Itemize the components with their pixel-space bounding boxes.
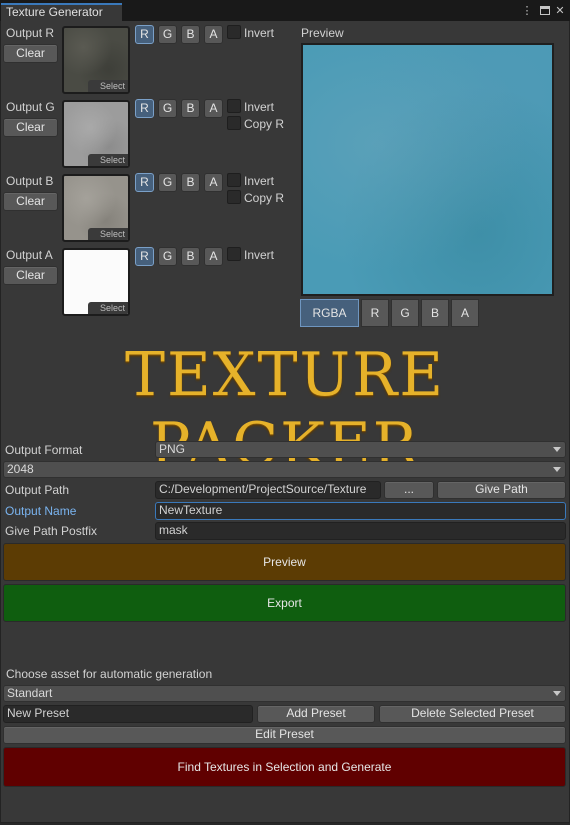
window-tab[interactable]: Texture Generator <box>1 3 122 21</box>
close-icon[interactable]: ✕ <box>553 4 567 18</box>
chevron-down-icon <box>553 447 561 452</box>
chevron-down-icon <box>553 467 561 472</box>
texture-thumbnail[interactable]: Select <box>62 100 130 168</box>
maximize-icon[interactable] <box>538 4 552 18</box>
find-textures-button[interactable]: Find Textures in Selection and Generate <box>3 747 566 787</box>
clear-button[interactable]: Clear <box>3 266 58 285</box>
source-channel-g-button[interactable]: G <box>158 247 177 266</box>
source-channel-g-button[interactable]: G <box>158 99 177 118</box>
texture-thumbnail[interactable]: Select <box>62 248 130 316</box>
source-channel-b-button[interactable]: B <box>181 25 200 44</box>
preview-tab-g[interactable]: G <box>391 299 419 327</box>
preset-dropdown[interactable]: Standart <box>3 685 566 702</box>
source-channel-r-button[interactable]: R <box>135 99 154 118</box>
export-button[interactable]: Export <box>3 584 566 622</box>
select-texture-button[interactable]: Select <box>88 302 128 314</box>
copy-r-checkbox[interactable] <box>227 190 241 204</box>
output-name-field[interactable]: NewTexture <box>155 502 566 520</box>
window-tab-bar: Texture Generator ⋮ ✕ <box>0 0 570 21</box>
source-channel-b-button[interactable]: B <box>181 173 200 192</box>
source-channel-r-button[interactable]: R <box>135 247 154 266</box>
preview-tab-rgba[interactable]: RGBA <box>300 299 359 327</box>
give-path-button[interactable]: Give Path <box>437 481 566 499</box>
source-channel-g-button[interactable]: G <box>158 173 177 192</box>
clear-button[interactable]: Clear <box>3 44 58 63</box>
texture-size-dropdown[interactable]: 2048 <box>3 461 566 478</box>
preview-button[interactable]: Preview <box>3 543 566 581</box>
invert-checkbox[interactable] <box>227 173 241 187</box>
source-channel-a-button[interactable]: A <box>204 25 223 44</box>
delete-preset-button[interactable]: Delete Selected Preset <box>379 705 566 723</box>
invert-checkbox[interactable] <box>227 25 241 39</box>
copy-r-label: Copy R <box>244 117 285 131</box>
new-preset-field[interactable]: New Preset <box>3 705 253 723</box>
clear-button[interactable]: Clear <box>3 118 58 137</box>
preview-image <box>301 43 554 296</box>
texture-size-value: 2048 <box>7 462 34 476</box>
output-path-field[interactable]: C:/Development/ProjectSource/Texture <box>155 481 381 499</box>
invert-label: Invert <box>244 174 275 188</box>
source-channel-g-button[interactable]: G <box>158 25 177 44</box>
choose-asset-label: Choose asset for automatic generation <box>6 667 213 681</box>
invert-label: Invert <box>244 26 275 40</box>
preset-dropdown-value: Standart <box>7 686 53 700</box>
invert-label: Invert <box>244 100 275 114</box>
output-format-dropdown[interactable]: PNG <box>155 441 566 458</box>
channel-label: Output A <box>6 248 53 262</box>
edit-preset-button[interactable]: Edit Preset <box>3 726 566 744</box>
invert-checkbox[interactable] <box>227 247 241 261</box>
output-format-value: PNG <box>159 442 186 456</box>
select-texture-button[interactable]: Select <box>88 228 128 240</box>
channel-label: Output R <box>6 26 55 40</box>
output-path-label: Output Path <box>5 483 70 497</box>
select-texture-button[interactable]: Select <box>88 154 128 166</box>
source-channel-r-button[interactable]: R <box>135 173 154 192</box>
source-channel-b-button[interactable]: B <box>181 99 200 118</box>
source-channel-r-button[interactable]: R <box>135 25 154 44</box>
source-channel-b-button[interactable]: B <box>181 247 200 266</box>
source-channel-a-button[interactable]: A <box>204 99 223 118</box>
browse-path-button[interactable]: ... <box>384 481 434 499</box>
channel-label: Output B <box>6 174 54 188</box>
source-channel-a-button[interactable]: A <box>204 247 223 266</box>
preview-label: Preview <box>301 26 344 40</box>
kebab-menu-icon[interactable]: ⋮ <box>520 4 534 18</box>
invert-checkbox[interactable] <box>227 99 241 113</box>
copy-r-label: Copy R <box>244 191 285 205</box>
preview-tab-b[interactable]: B <box>421 299 449 327</box>
output-format-label: Output Format <box>5 443 83 457</box>
copy-r-checkbox[interactable] <box>227 116 241 130</box>
texture-thumbnail[interactable]: Select <box>62 26 130 94</box>
source-channel-a-button[interactable]: A <box>204 173 223 192</box>
texture-thumbnail[interactable]: Select <box>62 174 130 242</box>
texture-packer-banner: TEXTURE PACKER <box>124 340 446 480</box>
invert-label: Invert <box>244 248 275 262</box>
preview-tab-a[interactable]: A <box>451 299 479 327</box>
output-name-label: Output Name <box>5 504 77 518</box>
add-preset-button[interactable]: Add Preset <box>257 705 375 723</box>
select-texture-button[interactable]: Select <box>88 80 128 92</box>
chevron-down-icon <box>553 691 561 696</box>
postfix-field[interactable]: mask <box>155 522 566 540</box>
channel-label: Output G <box>6 100 55 114</box>
postfix-label: Give Path Postfix <box>5 524 98 538</box>
clear-button[interactable]: Clear <box>3 192 58 211</box>
preview-tab-r[interactable]: R <box>361 299 389 327</box>
